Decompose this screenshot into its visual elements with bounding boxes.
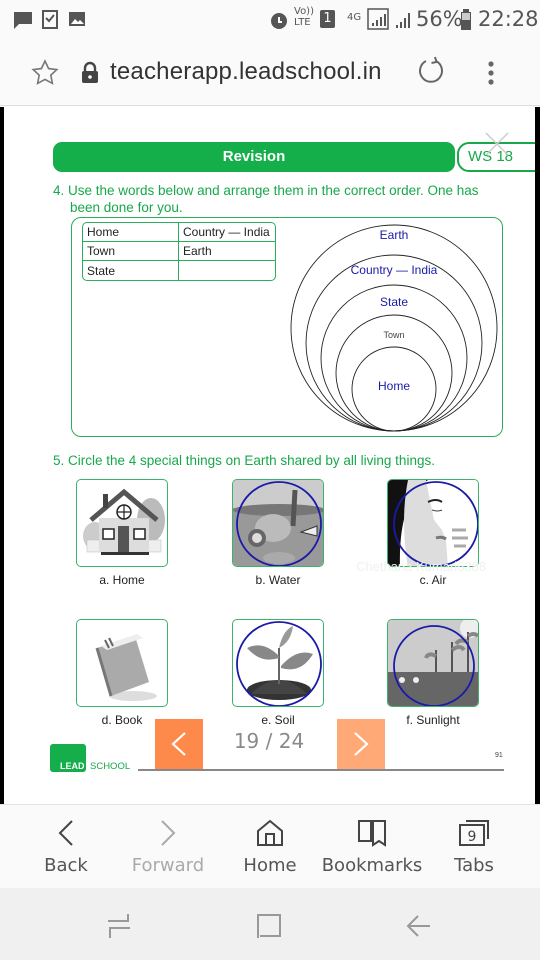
url-text[interactable]: teacherapp.leadschool.in: [110, 58, 382, 86]
question-4-text-2: been done for you.: [70, 200, 183, 215]
words-table: Home Country — India Town Earth State: [82, 222, 276, 281]
table-cell: Earth: [179, 242, 275, 261]
network-type: 4G: [347, 12, 362, 23]
circle-label-town: Town: [383, 330, 404, 340]
item-label: f. Sunlight: [406, 713, 460, 727]
signal2-icon: [396, 13, 410, 28]
bookmarks-button[interactable]: Bookmarks: [318, 805, 426, 889]
item-book-image[interactable]: [76, 619, 168, 707]
table-cell: State: [83, 261, 179, 280]
item-label: c. Air: [419, 573, 447, 587]
table-row: Home Country — India: [83, 223, 275, 242]
home-button[interactable]: Home: [216, 805, 324, 889]
house-illustration: [83, 488, 165, 555]
sim-indicator: 1: [320, 10, 335, 28]
tabs-button[interactable]: 9 Tabs: [420, 805, 528, 889]
question-4-box: Home Country — India Town Earth State Ea…: [71, 217, 503, 437]
face-blowing-illustration: [388, 480, 478, 566]
table-row: State: [83, 261, 275, 280]
nested-circles-diagram: Earth Country — India State Town Home: [290, 224, 498, 432]
home-label: Home: [243, 855, 297, 876]
clock: 22:28: [478, 7, 539, 31]
bookmarks-icon: [358, 820, 386, 847]
sunlight-plants-illustration: [388, 620, 478, 706]
reload-icon[interactable]: [416, 56, 448, 88]
plant-soil-illustration: [236, 621, 322, 706]
item-air-image[interactable]: [387, 479, 479, 567]
more-vert-icon[interactable]: [486, 60, 496, 88]
tab-count: 9: [468, 829, 477, 845]
logo-lead-text: LEAD: [60, 761, 85, 771]
question-4-text: 4. Use the words below and arrange them …: [53, 183, 479, 198]
checkbox-icon: [42, 10, 58, 29]
table-cell: [179, 261, 275, 280]
question-5-text: 5. Circle the 4 special things on Earth …: [53, 453, 435, 468]
table-cell: Country — India: [179, 223, 275, 242]
page-counter: 19 / 24: [233, 729, 305, 753]
back-button[interactable]: Back: [12, 805, 120, 889]
status-bar: Vo)) LTE 1 4G 56% 22:28: [0, 0, 540, 40]
circle-label-earth: Earth: [380, 228, 409, 242]
circle-label-country: Country — India: [351, 263, 438, 277]
tabs-icon: 9: [459, 820, 489, 846]
system-nav-bar: [0, 888, 540, 960]
circle-label-state: State: [380, 295, 408, 309]
back-label: Back: [44, 855, 88, 876]
item-soil-image[interactable]: [232, 619, 324, 707]
animals-water-illustration: [233, 480, 323, 566]
chevron-left-icon: [171, 732, 186, 756]
table-row: Town Earth: [83, 242, 275, 261]
battery-icon: [461, 9, 471, 30]
close-icon[interactable]: [484, 131, 510, 157]
table-cell: Home: [83, 223, 179, 242]
footer-divider: [138, 769, 504, 771]
recents-icon[interactable]: [106, 912, 132, 940]
bookmarks-label: Bookmarks: [321, 855, 423, 876]
lock-icon: [82, 61, 98, 83]
item-label: b. Water: [255, 573, 301, 587]
signal-icon: [367, 8, 389, 30]
chevron-right-icon: [354, 732, 369, 756]
item-water-image[interactable]: [232, 479, 324, 567]
browser-toolbar: Back Forward Home Bookmarks 9 Tabs: [0, 804, 540, 888]
worksheet-page: Revision WS 18 4. Use the words below an…: [4, 107, 535, 804]
printed-page-number: 91: [495, 752, 503, 759]
table-cell: Town: [83, 242, 179, 261]
item-label: a. Home: [99, 573, 145, 587]
star-icon[interactable]: [31, 59, 59, 87]
prev-page-button[interactable]: [155, 719, 203, 769]
item-sunlight-image[interactable]: [387, 619, 479, 707]
revision-header: Revision: [53, 142, 455, 172]
circle-earth: [290, 224, 498, 432]
forward-icon: [161, 820, 176, 846]
volte-indicator: Vo)) LTE: [294, 6, 314, 28]
watermark: Chethana Kumari6388: [356, 559, 487, 574]
back-icon: [58, 820, 73, 846]
back-nav-icon[interactable]: [406, 912, 432, 940]
book-illustration: [95, 634, 157, 701]
home-nav-icon[interactable]: [256, 912, 282, 940]
circle-country: [305, 254, 483, 432]
home-icon: [257, 819, 283, 846]
url-bar: teacherapp.leadschool.in: [0, 40, 540, 106]
message-icon: [14, 12, 32, 29]
forward-label: Forward: [131, 855, 205, 876]
logo-school-text: SCHOOL: [90, 761, 131, 772]
next-page-button[interactable]: [337, 719, 385, 769]
alarm-icon: [271, 13, 287, 29]
pdf-viewport: Revision WS 18 4. Use the words below an…: [0, 107, 540, 804]
image-icon: [69, 12, 85, 26]
forward-button[interactable]: Forward: [114, 805, 222, 889]
tabs-label: Tabs: [454, 855, 494, 876]
battery-percent: 56%: [416, 7, 463, 31]
circle-label-home: Home: [378, 379, 410, 393]
item-home-image[interactable]: [76, 479, 168, 567]
item-label: e. Soil: [261, 713, 295, 727]
